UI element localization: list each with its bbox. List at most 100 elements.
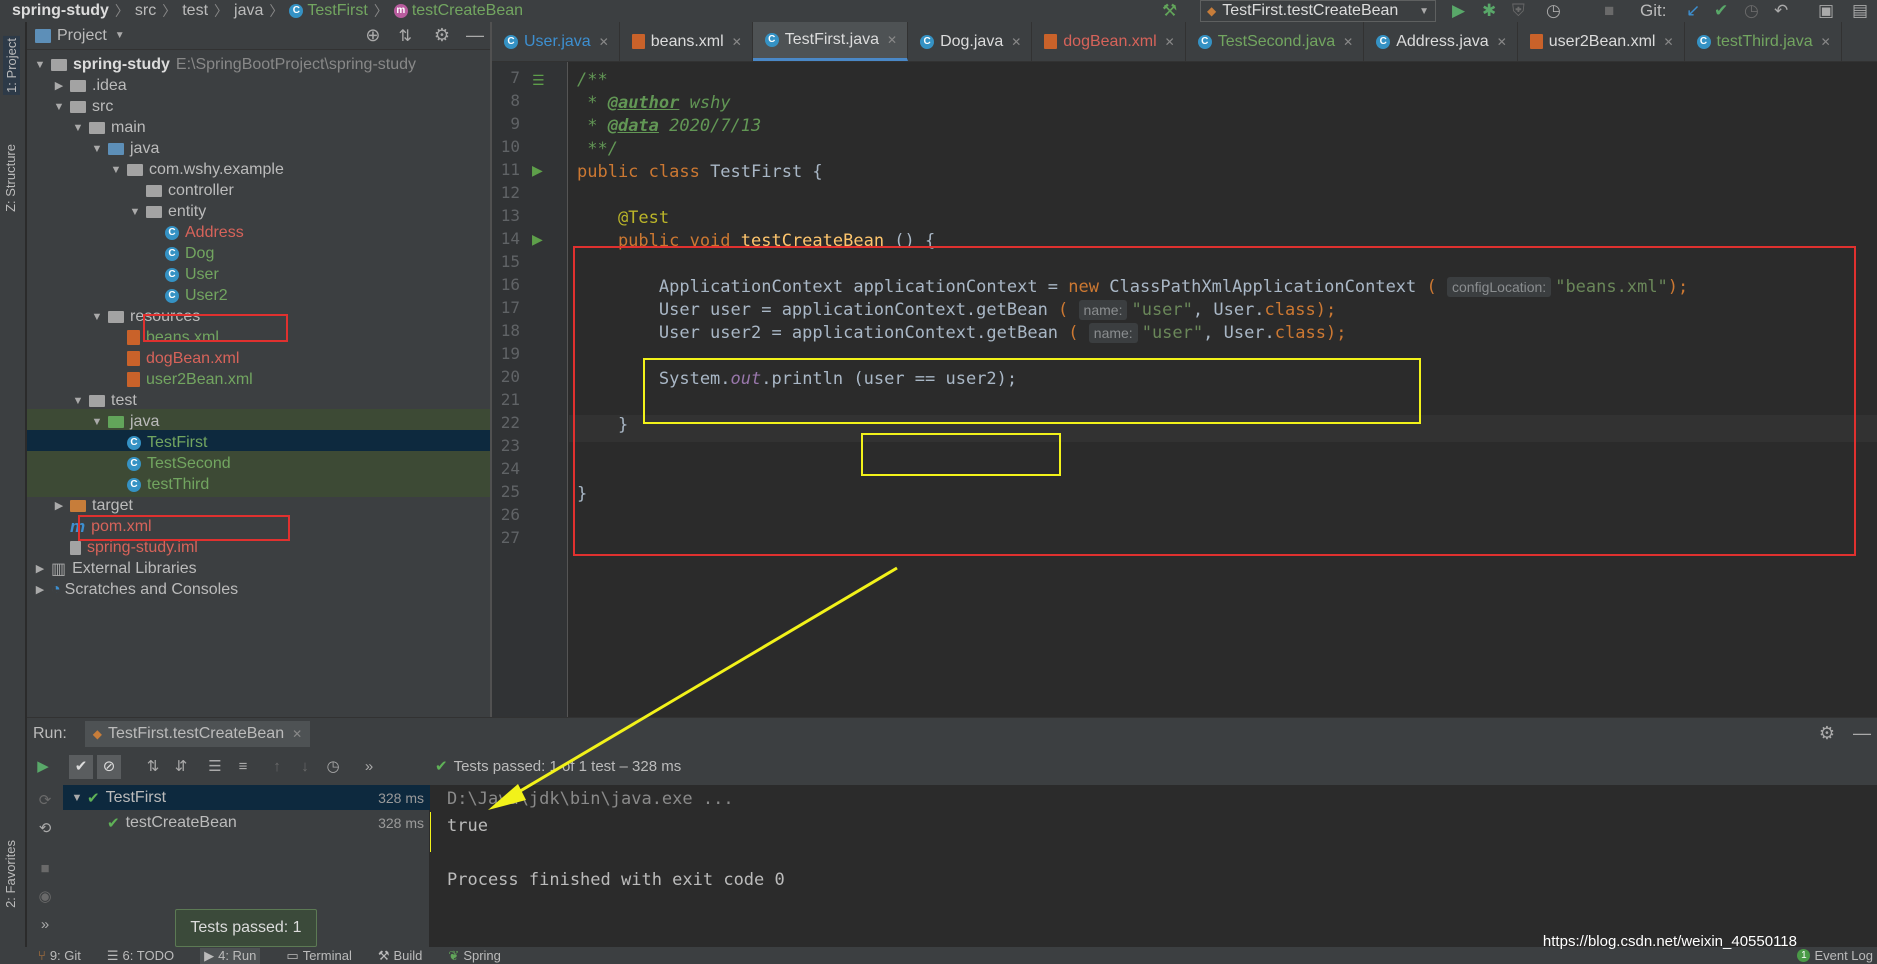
close-icon[interactable]: ✕ (1663, 35, 1673, 49)
chevron-down-icon[interactable]: ▼ (109, 164, 123, 176)
close-icon[interactable]: ✕ (1497, 35, 1507, 49)
close-icon[interactable]: ✕ (732, 35, 742, 49)
show-passed-icon[interactable]: ✔ (69, 755, 93, 779)
project-structure-icon[interactable]: ▣ (1818, 2, 1834, 20)
chevron-right-icon[interactable]: ▶ (33, 562, 47, 575)
close-icon[interactable]: ✕ (1343, 35, 1353, 49)
debug-icon[interactable]: ✱ (1482, 2, 1496, 20)
history-icon[interactable]: ◷ (321, 755, 345, 779)
chevron-down-icon[interactable]: ▼ (71, 122, 85, 134)
run-tool-button[interactable]: ▶ 4: Run (200, 947, 261, 964)
stop-icon[interactable]: ■ (1604, 2, 1614, 20)
rerun-failed-icon[interactable]: ⟳ (33, 789, 57, 813)
hide-icon[interactable]: — (466, 25, 484, 46)
hammer-build-icon[interactable]: ⚒ (1162, 2, 1177, 20)
console-output[interactable]: D:\Java\jdk\bin\java.exe ... true Proces… (431, 785, 1877, 947)
search-everywhere-icon[interactable]: ▤ (1852, 2, 1868, 20)
breadcrumb-method[interactable]: testCreateBean (412, 2, 523, 20)
breadcrumb-project[interactable]: spring-study (12, 2, 109, 20)
tree-item-label: User2 (185, 286, 228, 304)
tree-item-label: testThird (147, 475, 210, 493)
tab-address-java[interactable]: C Address.java ✕ (1364, 22, 1518, 61)
tab-dog-java[interactable]: C Dog.java ✕ (908, 22, 1033, 61)
collapse-all-icon[interactable]: ⇅ (398, 26, 411, 46)
event-log-button[interactable]: 1 Event Log (1797, 948, 1873, 963)
git-update-icon[interactable]: ↙ (1686, 2, 1700, 20)
hide-icon[interactable]: — (1853, 723, 1871, 744)
line-number: 20 (500, 367, 520, 386)
line-number: 17 (500, 298, 520, 317)
close-icon[interactable]: ✕ (887, 33, 897, 47)
breadcrumb-src[interactable]: src (135, 2, 156, 20)
show-ignored-icon[interactable]: ⊘ (97, 755, 121, 779)
run-configuration-select[interactable]: ◆ TestFirst.testCreateBean ▼ (1200, 0, 1436, 22)
rerun-icon[interactable]: ▶ (31, 755, 55, 779)
tab-user2bean-xml[interactable]: user2Bean.xml ✕ (1518, 22, 1685, 61)
chevron-down-icon[interactable]: ▼ (67, 792, 87, 804)
chevron-down-icon[interactable]: ▼ (90, 143, 104, 155)
chevron-right-icon[interactable]: ▶ (33, 583, 47, 596)
tab-testthird-java[interactable]: CtestThird.java ✕ (1685, 22, 1842, 61)
screenshot-icon[interactable]: ◉ (33, 885, 57, 909)
run-test-gutter-icon[interactable]: ▶ (532, 162, 543, 179)
test-row[interactable]: ▼ ✔ TestFirst 328 ms (63, 785, 430, 810)
sort-alpha-icon[interactable]: ⇅ (141, 755, 165, 779)
favorites-tool-tab[interactable]: 2: Favorites (3, 840, 18, 908)
chevron-down-icon[interactable]: ▼ (33, 59, 47, 71)
tree-item-scratches-and-consoles[interactable]: ▶ ◔ Scratches and Consoles (27, 577, 490, 602)
chevron-down-icon[interactable]: ▼ (52, 101, 66, 113)
git-history-icon[interactable]: ◷ (1744, 2, 1759, 20)
tab-testfirst-java[interactable]: C TestFirst.java ✕ (752, 22, 909, 61)
chevron-down-icon[interactable]: ▼ (71, 395, 85, 407)
close-icon[interactable]: ✕ (599, 35, 609, 49)
sort-duration-icon[interactable]: ⇵ (169, 755, 193, 779)
tab-beans-xml[interactable]: beans.xml ✕ (620, 22, 753, 61)
git-commit-icon[interactable]: ✔ (1714, 2, 1728, 20)
todo-tool-button[interactable]: ☰ 6: TODO (107, 948, 174, 964)
structure-tool-tab[interactable]: Z: Structure (3, 144, 18, 212)
next-icon[interactable]: ↓ (293, 755, 317, 779)
locate-icon[interactable]: ⊕ (365, 25, 380, 46)
close-icon[interactable]: ✕ (292, 727, 302, 741)
chevron-down-icon[interactable]: ▼ (90, 311, 104, 323)
collapse-all-icon[interactable]: ≡ (231, 755, 255, 779)
previous-icon[interactable]: ↑ (265, 755, 289, 779)
gear-icon[interactable]: ⚙ (434, 25, 450, 46)
run-icon[interactable]: ▶ (1452, 2, 1465, 20)
chevron-right-icon[interactable]: ▶ (52, 79, 66, 92)
toggle-auto-test-icon[interactable]: ⟲ (33, 817, 57, 841)
more-icon[interactable]: » (357, 755, 381, 779)
run-side-toolbar: ⟳ ⟲ ■ ◉ » (27, 785, 63, 947)
stop-icon[interactable]: ■ (33, 857, 57, 881)
run-tab[interactable]: ◆ TestFirst.testCreateBean ✕ (84, 720, 311, 747)
close-icon[interactable]: ✕ (1165, 35, 1175, 49)
breadcrumb-java[interactable]: java (234, 2, 263, 20)
chevron-down-icon[interactable]: ▼ (90, 416, 104, 428)
git-tool-button[interactable]: ⑂ 9: Git (38, 948, 81, 963)
chevron-right-icon[interactable]: ▶ (52, 499, 66, 512)
tab-dogbean-xml[interactable]: dogBean.xml ✕ (1032, 22, 1186, 61)
doc-comment-icon[interactable]: ☰ (532, 72, 545, 89)
test-row[interactable]: ✔ testCreateBean 328 ms (63, 810, 430, 835)
chevron-down-icon[interactable]: ▼ (128, 206, 142, 218)
tab-user-java[interactable]: C User.java ✕ (492, 22, 620, 61)
git-rollback-icon[interactable]: ↶ (1774, 2, 1788, 20)
more-icon[interactable]: » (33, 913, 57, 937)
close-icon[interactable]: ✕ (1011, 35, 1021, 49)
spring-tool-button[interactable]: ❦ Spring (448, 948, 500, 964)
todo-icon: ☰ (106, 947, 119, 963)
breadcrumb-class[interactable]: TestFirst (307, 2, 367, 20)
expand-all-icon[interactable]: ☰ (203, 755, 227, 779)
tab-testsecond-java[interactable]: C TestSecond.java ✕ (1186, 22, 1365, 61)
run-test-gutter-icon[interactable]: ▶ (532, 231, 543, 248)
build-tool-button[interactable]: ⚒ Build (378, 948, 423, 964)
project-tool-tab[interactable]: 1: Project (3, 36, 20, 95)
breadcrumb-test[interactable]: test (182, 2, 208, 20)
close-icon[interactable]: ✕ (1821, 35, 1831, 49)
coverage-icon[interactable]: ⛨ (1512, 2, 1525, 20)
terminal-tool-button[interactable]: ▭ Terminal (286, 948, 351, 964)
project-panel-title[interactable]: Project (57, 27, 107, 45)
profile-icon[interactable]: ◷ (1546, 2, 1561, 20)
gear-icon[interactable]: ⚙ (1819, 723, 1835, 744)
chevron-down-icon[interactable]: ▼ (115, 30, 125, 41)
